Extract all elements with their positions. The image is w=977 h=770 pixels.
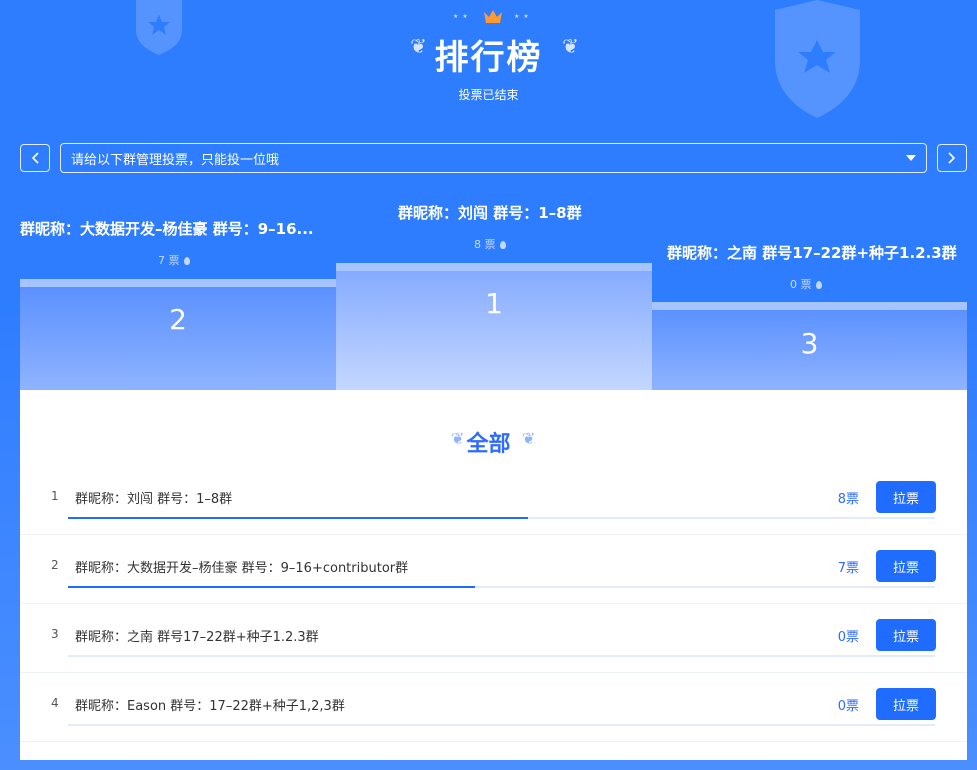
podium-first-votes: 8 票 <box>474 236 506 252</box>
list-item: 4 群昵称：Eason 群号：17–22群+种子1,2,3群 0票 拉票 <box>20 672 967 742</box>
vote-progress-bar <box>68 655 935 657</box>
star-dots: ★ ★ <box>514 13 529 20</box>
podium-rank: 2 <box>169 303 187 336</box>
podium-block-second: 2 <box>20 279 336 390</box>
podium-rank: 3 <box>800 327 819 360</box>
podium-block-third: 3 <box>652 302 967 390</box>
podium-block-first: 1 <box>336 263 652 390</box>
flame-icon <box>815 281 822 289</box>
podium-second-votes: 7 票 <box>158 252 190 268</box>
list-item: 3 群昵称：之南 群号17–22群+种子1.2.3群 0票 拉票 <box>20 603 967 673</box>
podium-first-name: 群昵称：刘闯 群号：1–8群 <box>398 204 582 222</box>
page-title: 排行榜 <box>434 38 543 78</box>
prev-button[interactable] <box>20 144 50 172</box>
row-name: 群昵称：Eason 群号：17–22群+种子1,2,3群 <box>75 699 345 714</box>
canvass-button[interactable]: 拉票 <box>876 481 936 513</box>
vote-progress-fill <box>68 586 476 588</box>
caret-down-icon <box>906 155 916 161</box>
podium-third-name: 群昵称：之南 群号17–22群+种子1.2.3群 <box>667 244 957 262</box>
laurel-icon: ❦ <box>562 34 579 58</box>
canvass-button[interactable]: 拉票 <box>876 688 936 720</box>
vote-progress-fill <box>68 517 528 519</box>
row-name: 群昵称：大数据开发–杨佳豪 群号：9–16+contributor群 <box>75 561 409 576</box>
row-name: 群昵称：刘闯 群号：1–8群 <box>75 492 233 507</box>
row-votes: 7票 <box>837 561 859 576</box>
row-rank: 1 <box>51 489 59 503</box>
row-votes: 0票 <box>837 699 859 714</box>
row-rank: 3 <box>51 627 59 641</box>
list-item: 1 群昵称：刘闯 群号：1–8群 8票 拉票 <box>20 465 967 535</box>
chevron-right-icon <box>948 152 956 164</box>
podium-third-votes: 0 票 <box>790 276 822 292</box>
chevron-left-icon <box>31 152 39 164</box>
row-name: 群昵称：之南 群号17–22群+种子1.2.3群 <box>75 630 319 645</box>
podium-rank: 1 <box>485 287 503 320</box>
row-votes: 8票 <box>837 492 859 507</box>
vote-progress-bar <box>68 724 935 726</box>
podium-second-name: 群昵称：大数据开发–杨佳豪 群号：9–16... <box>20 220 314 238</box>
star-dots: ★ ★ <box>453 13 468 20</box>
list-item: 2 群昵称：大数据开发–杨佳豪 群号：9–16+contributor群 7票 拉票 <box>20 534 967 604</box>
row-votes: 0票 <box>837 630 859 645</box>
flame-icon <box>499 241 506 249</box>
row-rank: 2 <box>51 558 59 572</box>
next-button[interactable] <box>937 144 967 172</box>
flame-icon <box>183 257 190 265</box>
crown-icon <box>484 10 502 23</box>
all-section-title: 全部 <box>466 432 511 457</box>
group-selector[interactable]: 请给以下群管理投票，只能投一位哦 <box>60 143 927 173</box>
group-selector-value: 请给以下群管理投票，只能投一位哦 <box>71 152 280 168</box>
vote-status: 投票已结束 <box>458 88 519 102</box>
row-rank: 4 <box>51 696 59 710</box>
canvass-button[interactable]: 拉票 <box>876 550 936 582</box>
canvass-button[interactable]: 拉票 <box>876 619 936 651</box>
vote-progress-bar <box>68 586 935 588</box>
vote-progress-bar <box>68 517 935 519</box>
laurel-icon: ❦ <box>522 429 536 448</box>
